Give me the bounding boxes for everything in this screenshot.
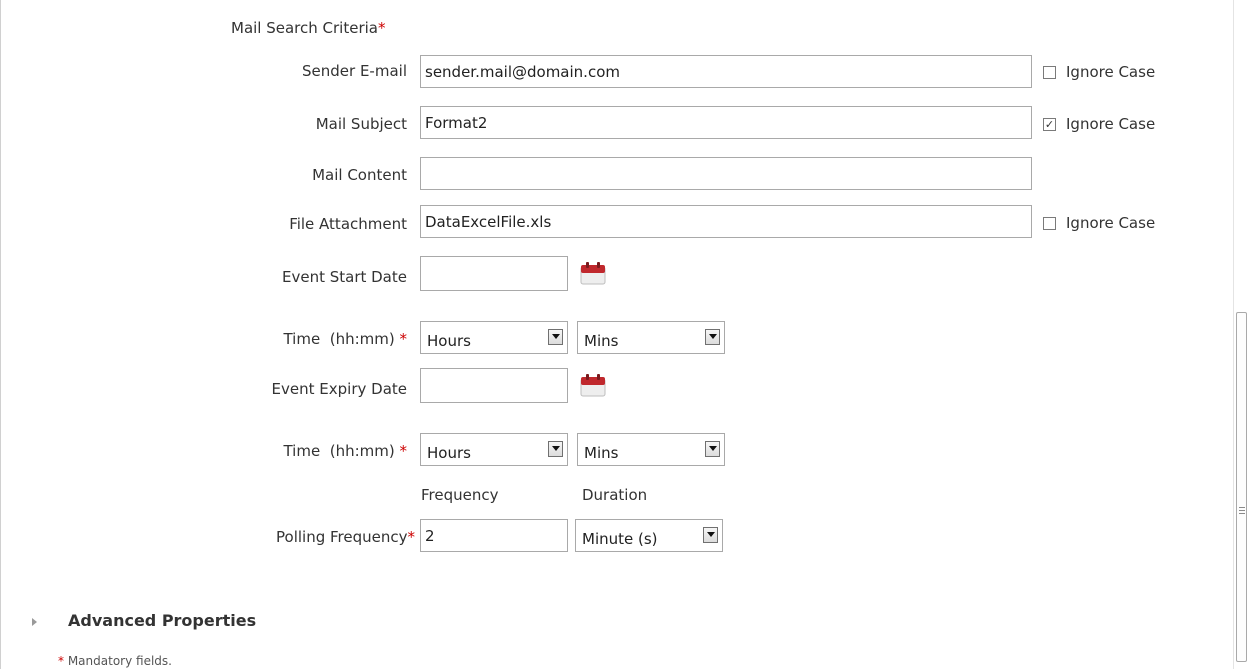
section-title: Mail Search Criteria* <box>231 19 385 37</box>
grip-line <box>1239 510 1245 511</box>
advanced-properties-toggle[interactable]: Advanced Properties <box>68 611 256 630</box>
start-mins-select[interactable]: Mins <box>577 321 725 354</box>
mandatory-footnote: * Mandatory fields. <box>58 654 172 668</box>
grip-line <box>1239 507 1245 508</box>
start-hours-select[interactable]: Hours <box>420 321 568 354</box>
grip-line <box>1239 513 1245 514</box>
chevron-down-icon[interactable] <box>548 328 563 345</box>
polling-frequency-label: Polling Frequency* <box>276 528 415 546</box>
footnote-text: Mandatory fields. <box>67 654 172 668</box>
calendar-icon[interactable] <box>580 373 606 397</box>
file-attachment-label: File Attachment <box>289 215 407 233</box>
frequency-header: Frequency <box>421 486 499 504</box>
section-title-text: Mail Search Criteria <box>231 19 378 37</box>
event-expiry-date-label: Event Expiry Date <box>271 380 407 398</box>
ignore-case-label: Ignore Case <box>1066 63 1156 81</box>
ignore-case-label: Ignore Case <box>1066 214 1156 232</box>
mail-subject-ignore-case-checkbox[interactable]: ✓ <box>1043 117 1056 131</box>
check-mark-icon: ✓ <box>1044 117 1055 131</box>
file-attachment-ignore-case-checkbox[interactable] <box>1043 216 1056 230</box>
polling-frequency-input[interactable] <box>420 519 568 552</box>
required-marker: * <box>399 442 408 460</box>
sender-email-ignore-case-checkbox[interactable] <box>1043 65 1056 79</box>
mail-subject-label: Mail Subject <box>315 115 407 133</box>
chevron-down-icon[interactable] <box>705 440 720 457</box>
polling-duration-value: Minute (s) <box>582 529 658 548</box>
start-mins-value: Mins <box>584 331 619 350</box>
chevron-down-icon[interactable] <box>705 328 720 345</box>
required-marker: * <box>58 654 64 668</box>
expiry-hours-value: Hours <box>427 443 471 462</box>
mail-subject-ignore-case[interactable]: ✓ Ignore Case <box>1043 115 1155 133</box>
mail-content-label: Mail Content <box>312 166 407 184</box>
start-time-label: Time (hh:mm) * <box>283 330 407 348</box>
event-expiry-date-input[interactable] <box>420 368 568 403</box>
chevron-down-icon[interactable] <box>703 526 718 543</box>
required-marker: * <box>407 528 416 546</box>
file-attachment-ignore-case[interactable]: Ignore Case <box>1043 214 1155 232</box>
event-start-date-label: Event Start Date <box>281 268 407 286</box>
polling-duration-select[interactable]: Minute (s) <box>575 519 723 552</box>
event-start-date-input[interactable] <box>420 256 568 291</box>
mail-content-input[interactable] <box>420 157 1032 190</box>
panel-left-border <box>0 0 1 669</box>
start-time-label-text: Time (hh:mm) <box>283 330 395 348</box>
expiry-mins-select[interactable]: Mins <box>577 433 725 466</box>
sender-email-input[interactable] <box>420 55 1032 88</box>
duration-header: Duration <box>582 486 648 504</box>
required-marker: * <box>399 330 408 348</box>
calendar-icon[interactable] <box>580 261 606 285</box>
expiry-mins-value: Mins <box>584 443 619 462</box>
scrollbar-thumb[interactable] <box>1236 312 1247 662</box>
file-attachment-input[interactable] <box>420 205 1032 238</box>
ignore-case-label: Ignore Case <box>1066 115 1156 133</box>
expiry-time-label-text: Time (hh:mm) <box>283 442 395 460</box>
start-hours-value: Hours <box>427 331 471 350</box>
mail-subject-input[interactable] <box>420 106 1032 139</box>
expiry-hours-select[interactable]: Hours <box>420 433 568 466</box>
expiry-time-label: Time (hh:mm) * <box>283 442 407 460</box>
expand-arrow-icon[interactable] <box>32 618 37 626</box>
chevron-down-icon[interactable] <box>548 440 563 457</box>
sender-email-label: Sender E-mail <box>302 62 407 80</box>
polling-frequency-label-text: Polling Frequency <box>276 528 408 546</box>
vertical-scrollbar[interactable] <box>1233 0 1249 669</box>
required-marker: * <box>377 19 386 37</box>
sender-email-ignore-case[interactable]: Ignore Case <box>1043 63 1155 81</box>
